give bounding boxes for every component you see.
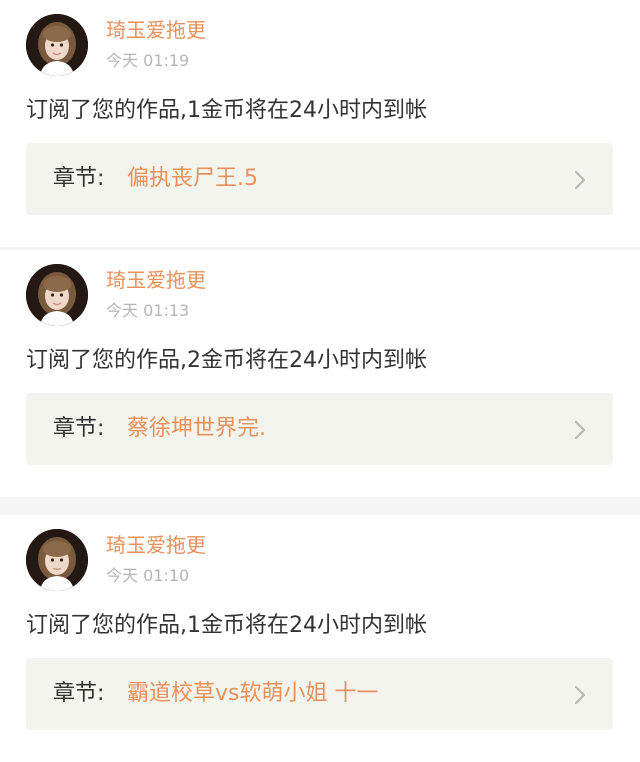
notification-card: 琦玉爱拖更 今天 01:19 订阅了您的作品,1金币将在24小时内到帐 章节: … [0, 0, 640, 247]
chapter-link[interactable]: 章节: 蔡徐坤世界完. [26, 393, 613, 465]
chapter-title: 霸道校草vs软萌小姐 十一 [127, 681, 379, 706]
notification-card: 琦玉爱拖更 今天 01:13 订阅了您的作品,2金币将在24小时内到帐 章节: … [0, 250, 640, 497]
avatar[interactable] [26, 14, 88, 76]
chapter-prefix-label: 章节: [53, 681, 105, 706]
avatar[interactable] [26, 529, 88, 591]
timestamp: 今天 01:10 [106, 566, 190, 585]
avatar[interactable] [26, 264, 88, 326]
username[interactable]: 琦玉爱拖更 [106, 17, 206, 43]
chapter-prefix-label: 章节: [53, 416, 105, 441]
chapter-title: 蔡徐坤世界完. [127, 416, 266, 441]
timestamp: 今天 01:13 [106, 301, 190, 320]
notification-card: 琦玉爱拖更 今天 01:10 订阅了您的作品,1金币将在24小时内到帐 章节: … [0, 515, 640, 762]
chevron-right-icon [573, 169, 587, 191]
chevron-right-icon [573, 684, 587, 706]
username[interactable]: 琦玉爱拖更 [106, 532, 206, 558]
chapter-link[interactable]: 章节: 霸道校草vs软萌小姐 十一 [26, 658, 613, 730]
chapter-link[interactable]: 章节: 偏执丧尸王.5 [26, 143, 613, 215]
chapter-prefix-label: 章节: [53, 166, 105, 191]
notification-message: 订阅了您的作品,1金币将在24小时内到帐 [26, 613, 427, 638]
notification-message: 订阅了您的作品,1金币将在24小时内到帐 [26, 98, 427, 123]
chevron-right-icon [573, 419, 587, 441]
chapter-title: 偏执丧尸王.5 [127, 166, 258, 191]
username[interactable]: 琦玉爱拖更 [106, 267, 206, 293]
timestamp: 今天 01:19 [106, 51, 190, 70]
notification-message: 订阅了您的作品,2金币将在24小时内到帐 [26, 348, 427, 373]
notification-feed: 琦玉爱拖更 今天 01:19 订阅了您的作品,1金币将在24小时内到帐 章节: … [0, 0, 640, 762]
